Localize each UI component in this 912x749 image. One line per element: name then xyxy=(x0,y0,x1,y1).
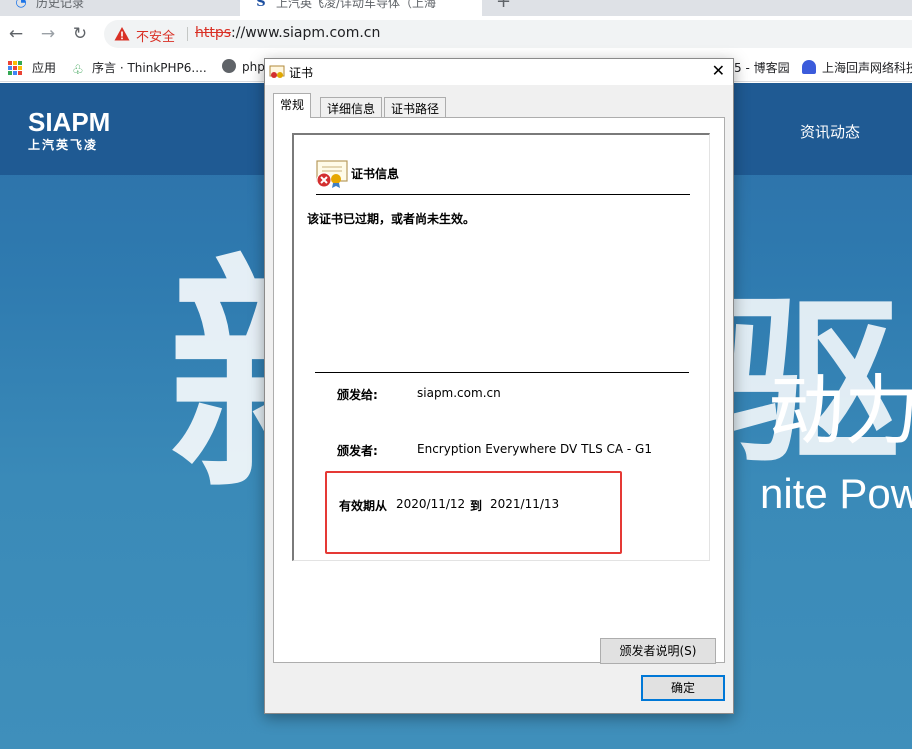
bookmark-label: 序言 · ThinkPHP6.... xyxy=(92,61,207,75)
tab-certification-path[interactable]: 证书路径 xyxy=(384,97,447,117)
new-tab-button[interactable]: + xyxy=(496,0,511,12)
nav-news-link[interactable]: 资讯动态 xyxy=(800,121,860,142)
back-arrow-icon[interactable]: ← xyxy=(5,23,27,45)
bookmark-label: 上海回声网络科技 xyxy=(822,61,912,75)
tab-label: 上汽英飞凌/详动车导体（上海 xyxy=(276,0,437,10)
bookmark-leaf-icon: ♧ xyxy=(72,63,84,78)
issued-by-value: Encryption Everywhere DV TLS CA - G1 xyxy=(417,442,652,456)
bookmark-apps[interactable]: 应用 xyxy=(32,59,56,76)
dialog-title: 证书 xyxy=(289,66,314,80)
validity-highlight-box xyxy=(325,471,622,554)
security-status-label[interactable]: 不安全 xyxy=(136,26,175,45)
ok-button[interactable]: 确定 xyxy=(641,675,725,701)
certificate-info-title: 证书信息 xyxy=(351,167,400,181)
hero-headline: 动力 xyxy=(768,366,912,455)
history-icon: ◔ xyxy=(15,0,27,10)
issued-by-label: 颁发者: xyxy=(337,444,378,458)
apps-grid-icon[interactable] xyxy=(8,61,22,75)
forward-arrow-icon[interactable]: → xyxy=(37,23,59,45)
browser-toolbar: ← → ↻ 不安全 https://www.siapm.com.cn xyxy=(0,16,912,52)
issued-to-value: siapm.com.cn xyxy=(417,386,501,400)
close-icon[interactable]: ✕ xyxy=(712,61,725,81)
globe-icon xyxy=(222,59,236,73)
tab-history[interactable]: ◔ 历史记录 xyxy=(0,0,228,16)
issued-to-label: 颁发给: xyxy=(337,388,378,402)
certificate-status-message: 该证书已过期，或者尚未生效。 xyxy=(307,212,476,226)
bookmark-cnblogs[interactable]: 5 - 博客园 xyxy=(734,59,790,76)
warning-triangle-icon[interactable] xyxy=(114,26,130,42)
bookmark-huisheng[interactable]: 上海回声网络科技 xyxy=(802,59,912,76)
site-favicon-icon: S xyxy=(256,0,266,10)
site-logo[interactable]: SIAPM xyxy=(28,107,110,138)
tab-siapm[interactable]: S 上汽英飞凌/详动车导体（上海 xyxy=(240,0,482,16)
certificate-error-icon xyxy=(316,160,348,188)
omnibox-divider xyxy=(187,27,188,41)
tab-details[interactable]: 详细信息 xyxy=(320,97,383,117)
certificate-info-box: 证书信息 该证书已过期，或者尚未生效。 颁发给: siapm.com.cn 颁发… xyxy=(292,133,710,561)
dialog-titlebar[interactable]: 证书 ✕ xyxy=(265,59,733,85)
url-host: ://www.siapm.com.cn xyxy=(231,25,381,41)
url-scheme: https xyxy=(195,25,232,41)
tab-label: 历史记录 xyxy=(36,0,85,10)
bookmark-ghost-icon xyxy=(802,60,816,74)
tab-general[interactable]: 常规 xyxy=(273,93,312,118)
bookmark-php[interactable]: php xyxy=(222,59,265,74)
bookmark-thinkphp[interactable]: ♧ 序言 · ThinkPHP6.... xyxy=(72,59,207,78)
certificate-dialog: 证书 ✕ 常规 详细信息 证书路径 证书信息 该证书已过期，或者尚未生效。 颁发… xyxy=(264,58,734,714)
divider xyxy=(316,194,690,195)
tab-strip: ◔ 历史记录 S 上汽英飞凌/详动车导体（上海 + xyxy=(0,0,912,16)
divider xyxy=(315,372,689,373)
url-text[interactable]: https://www.siapm.com.cn xyxy=(195,25,380,41)
site-logo-subtitle: 上汽英飞凌 xyxy=(28,138,99,152)
tab-panel-general: 证书信息 该证书已过期，或者尚未生效。 颁发给: siapm.com.cn 颁发… xyxy=(273,117,725,664)
address-bar[interactable]: 不安全 https://www.siapm.com.cn xyxy=(104,20,912,48)
issuer-statement-button[interactable]: 颁发者说明(S) xyxy=(600,638,716,664)
hero-subheadline: nite Pow xyxy=(760,470,912,517)
bookmark-label: php xyxy=(242,60,265,74)
reload-icon[interactable]: ↻ xyxy=(69,23,91,45)
certificate-icon xyxy=(269,65,285,78)
